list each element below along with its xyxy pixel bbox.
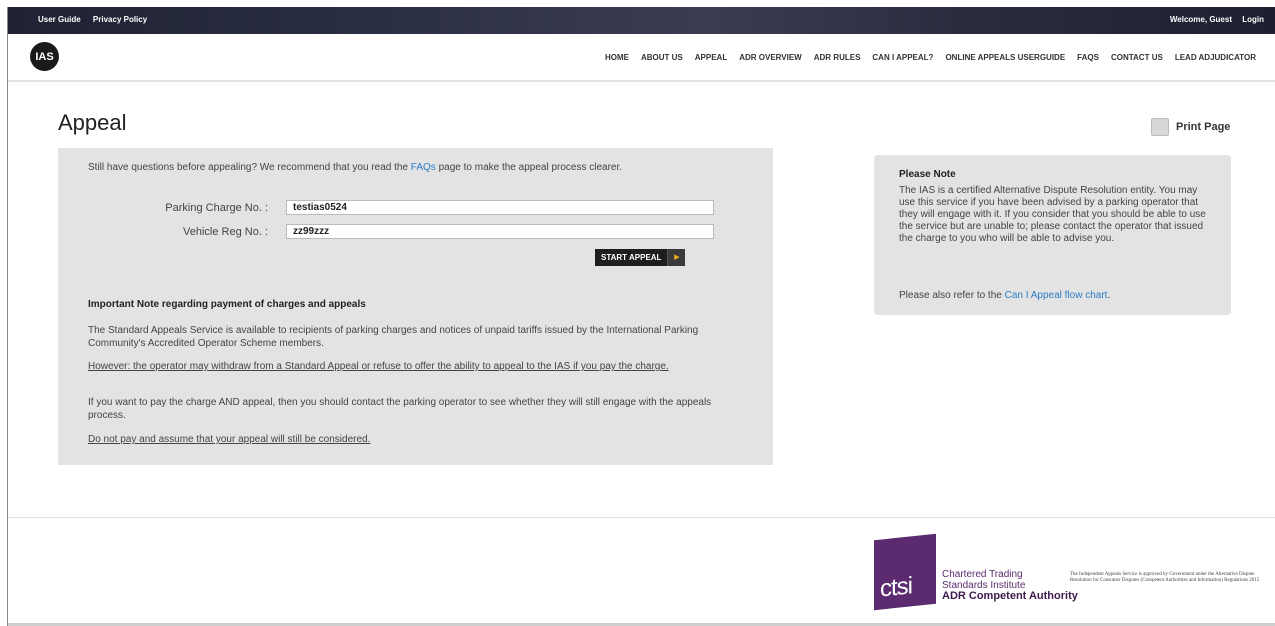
- can-i-appeal-flow-chart-link[interactable]: Can I Appeal flow chart: [1005, 290, 1108, 301]
- intro-after: page to make the appeal process clearer.: [435, 162, 623, 173]
- nav-lead-adjudicator[interactable]: LEAD ADJUDICATOR: [1175, 53, 1256, 62]
- ctsi-logo: ctsi: [874, 533, 936, 611]
- nav-online-appeals-userguide[interactable]: ONLINE APPEALS USERGUIDE: [945, 53, 1065, 62]
- start-appeal-label: START APPEAL: [595, 249, 668, 266]
- intro-text: Still have questions before appealing? W…: [88, 162, 622, 173]
- appeal-form-panel: Still have questions before appealing? W…: [58, 148, 773, 465]
- nav-contact-us[interactable]: CONTACT US: [1111, 53, 1163, 62]
- faqs-link[interactable]: FAQs: [411, 162, 436, 173]
- nav-adr-overview[interactable]: ADR OVERVIEW: [739, 53, 802, 62]
- vehicle-reg-input[interactable]: zz99zzz: [286, 224, 714, 239]
- top-links: User Guide Privacy Policy: [38, 15, 157, 24]
- start-appeal-button[interactable]: START APPEAL ▶: [595, 249, 686, 266]
- print-page-label: Print Page: [1176, 121, 1231, 133]
- ctsi-text: Chartered Trading Standards Institute AD…: [942, 569, 1078, 602]
- vehicle-reg-label: Vehicle Reg No. :: [183, 226, 268, 238]
- print-page-button[interactable]: Print Page: [1151, 118, 1230, 136]
- please-note-panel: Please Note The IAS is a certified Alter…: [874, 155, 1231, 315]
- welcome-text: Welcome, Guest: [1169, 15, 1232, 24]
- login-link[interactable]: Login: [1242, 15, 1264, 24]
- privacy-policy-link[interactable]: Privacy Policy: [93, 15, 147, 24]
- refer-after: .: [1107, 290, 1111, 301]
- important-note-title: Important Note regarding payment of char…: [88, 299, 366, 310]
- nav-faqs[interactable]: FAQS: [1077, 53, 1099, 62]
- important-para-3: If you want to pay the charge AND appeal…: [88, 397, 712, 421]
- refer-before: Please also refer to the: [899, 290, 1005, 301]
- arrow-right-icon: ▶: [667, 249, 686, 266]
- footer-divider: [8, 517, 1275, 518]
- important-para-1: The Standard Appeals Service is availabl…: [88, 325, 699, 349]
- top-bar: User Guide Privacy Policy Welcome, Guest…: [8, 7, 1275, 34]
- main-nav: HOME ABOUT US APPEAL ADR OVERVIEW ADR RU…: [605, 53, 1256, 62]
- important-para-2: However: the operator may withdraw from …: [88, 361, 669, 372]
- nav-can-i-appeal[interactable]: CAN I APPEAL?: [872, 53, 933, 62]
- nav-adr-rules[interactable]: ADR RULES: [814, 53, 861, 62]
- page-frame: User Guide Privacy Policy Welcome, Guest…: [7, 7, 1275, 626]
- ias-logo[interactable]: IAS: [30, 42, 59, 71]
- user-guide-link[interactable]: User Guide: [38, 15, 81, 24]
- page-title: Appeal: [58, 110, 127, 135]
- ctsi-line-3: ADR Competent Authority: [942, 590, 1078, 602]
- ctsi-line-1: Chartered Trading: [942, 569, 1023, 580]
- nav-home[interactable]: HOME: [605, 53, 629, 62]
- important-para-4: Do not pay and assume that your appeal w…: [88, 434, 371, 445]
- please-note-title: Please Note: [899, 169, 956, 180]
- government-approval-text: The Independent Appeals Service is appro…: [1070, 572, 1260, 583]
- refer-text: Please also refer to the Can I Appeal fl…: [899, 290, 1110, 301]
- print-icon: [1151, 118, 1169, 136]
- please-note-text: The IAS is a certified Alternative Dispu…: [899, 185, 1206, 244]
- parking-charge-input[interactable]: testias0524: [286, 200, 714, 215]
- nav-about-us[interactable]: ABOUT US: [641, 53, 683, 62]
- nav-appeal[interactable]: APPEAL: [695, 53, 727, 62]
- intro-before: Still have questions before appealing? W…: [88, 162, 411, 173]
- user-status: Welcome, Guest Login: [1162, 15, 1264, 24]
- parking-charge-label: Parking Charge No. :: [165, 202, 268, 214]
- main-navbar: IAS HOME ABOUT US APPEAL ADR OVERVIEW AD…: [8, 34, 1275, 82]
